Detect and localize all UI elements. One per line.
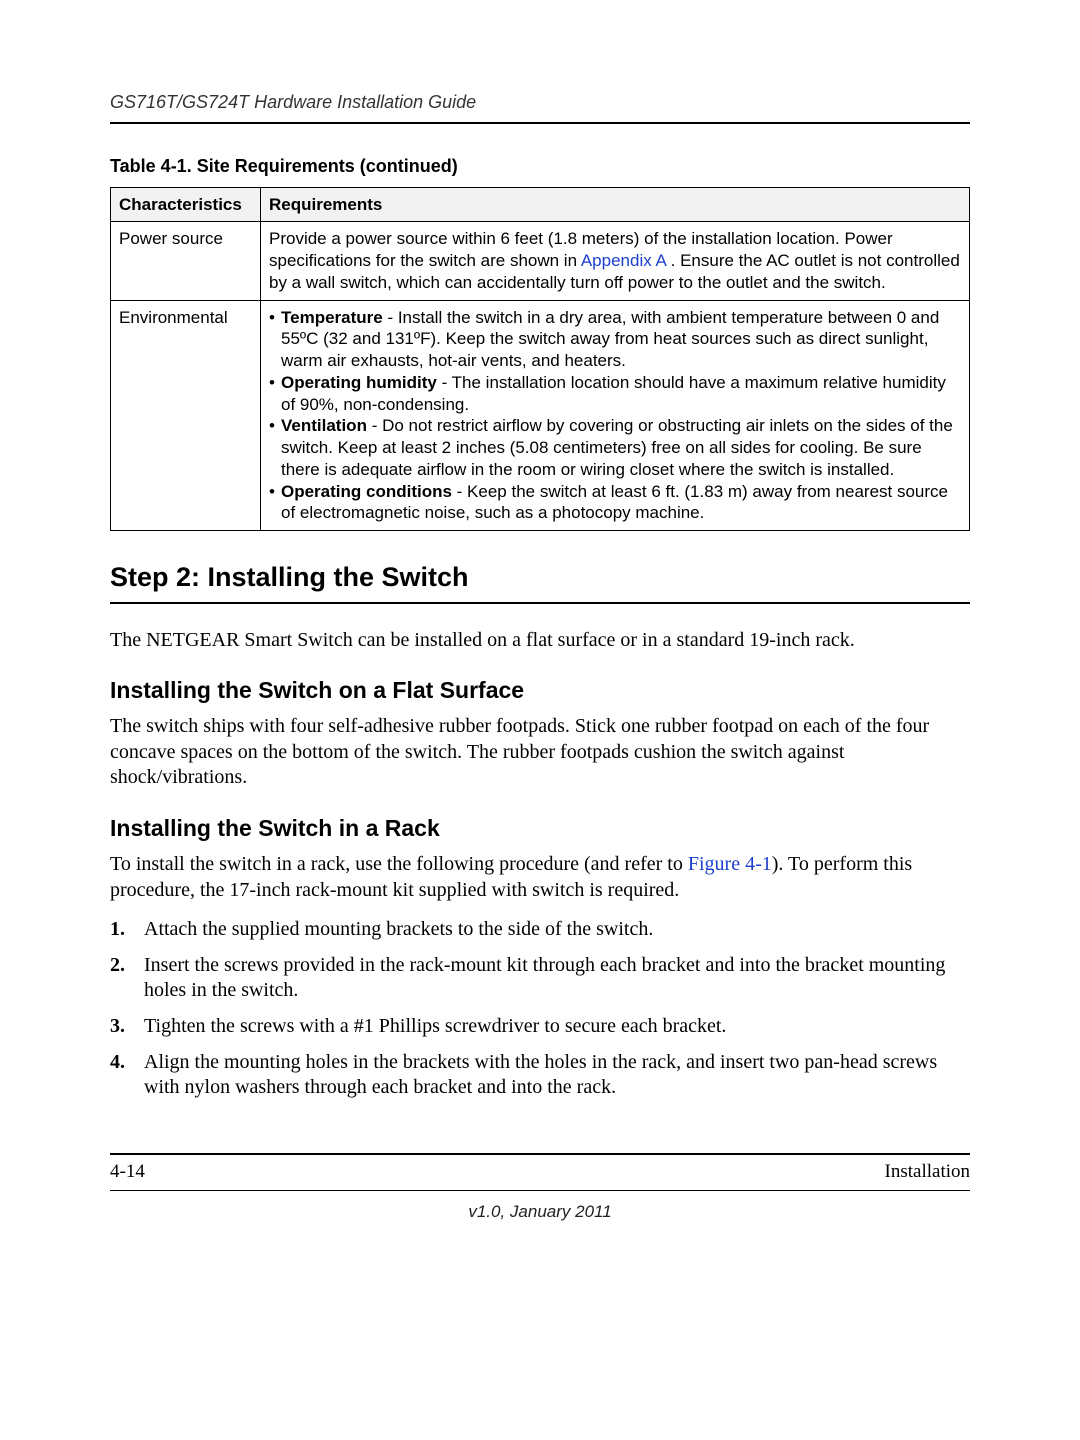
list-item: Temperature - Install the switch in a dr… [269, 307, 961, 372]
cell-characteristic: Environmental [111, 300, 261, 531]
list-item: Tighten the screws with a #1 Phillips sc… [110, 1014, 970, 1040]
cell-characteristic: Power source [111, 222, 261, 300]
rack-intro: To install the switch in a rack, use the… [110, 852, 970, 903]
list-item: Operating humidity - The installation lo… [269, 372, 961, 416]
page-number: 4-14 [110, 1159, 145, 1185]
version-line: v1.0, January 2011 [110, 1191, 970, 1224]
table-caption: Table 4-1. Site Requirements (continued) [110, 154, 970, 178]
list-item: Operating conditions - Keep the switch a… [269, 481, 961, 525]
flat-surface-heading: Installing the Switch on a Flat Surface [110, 675, 970, 706]
cell-requirement: Provide a power source within 6 feet (1.… [261, 222, 970, 300]
cell-requirement: Temperature - Install the switch in a dr… [261, 300, 970, 531]
footer: 4-14 Installation [110, 1155, 970, 1192]
appendix-a-link[interactable]: Appendix A [581, 251, 666, 270]
running-header: GS716T/GS724T Hardware Installation Guid… [110, 90, 970, 124]
list-item: Align the mounting holes in the brackets… [110, 1050, 970, 1101]
text: - Do not restrict airflow by covering or… [281, 416, 953, 479]
term: Operating conditions [281, 482, 452, 501]
rack-steps: Attach the supplied mounting brackets to… [110, 917, 970, 1101]
term: Operating humidity [281, 373, 437, 392]
table-header-characteristics: Characteristics [111, 187, 261, 222]
rack-heading: Installing the Switch in a Rack [110, 813, 970, 844]
step-2-heading: Step 2: Installing the Switch [110, 559, 970, 603]
site-requirements-table: Characteristics Requirements Power sourc… [110, 187, 970, 532]
list-item: Ventilation - Do not restrict airflow by… [269, 415, 961, 480]
figure-4-1-link[interactable]: Figure 4-1 [688, 853, 772, 875]
table-row: Environmental Temperature - Install the … [111, 300, 970, 531]
table-row: Power source Provide a power source with… [111, 222, 970, 300]
table-header-requirements: Requirements [261, 187, 970, 222]
step-2-intro: The NETGEAR Smart Switch can be installe… [110, 628, 970, 654]
list-item: Attach the supplied mounting brackets to… [110, 917, 970, 943]
list-item: Insert the screws provided in the rack-m… [110, 953, 970, 1004]
section-label: Installation [885, 1159, 970, 1185]
term: Temperature [281, 308, 383, 327]
flat-surface-text: The switch ships with four self-adhesive… [110, 714, 970, 791]
term: Ventilation [281, 416, 367, 435]
text: To install the switch in a rack, use the… [110, 853, 688, 875]
